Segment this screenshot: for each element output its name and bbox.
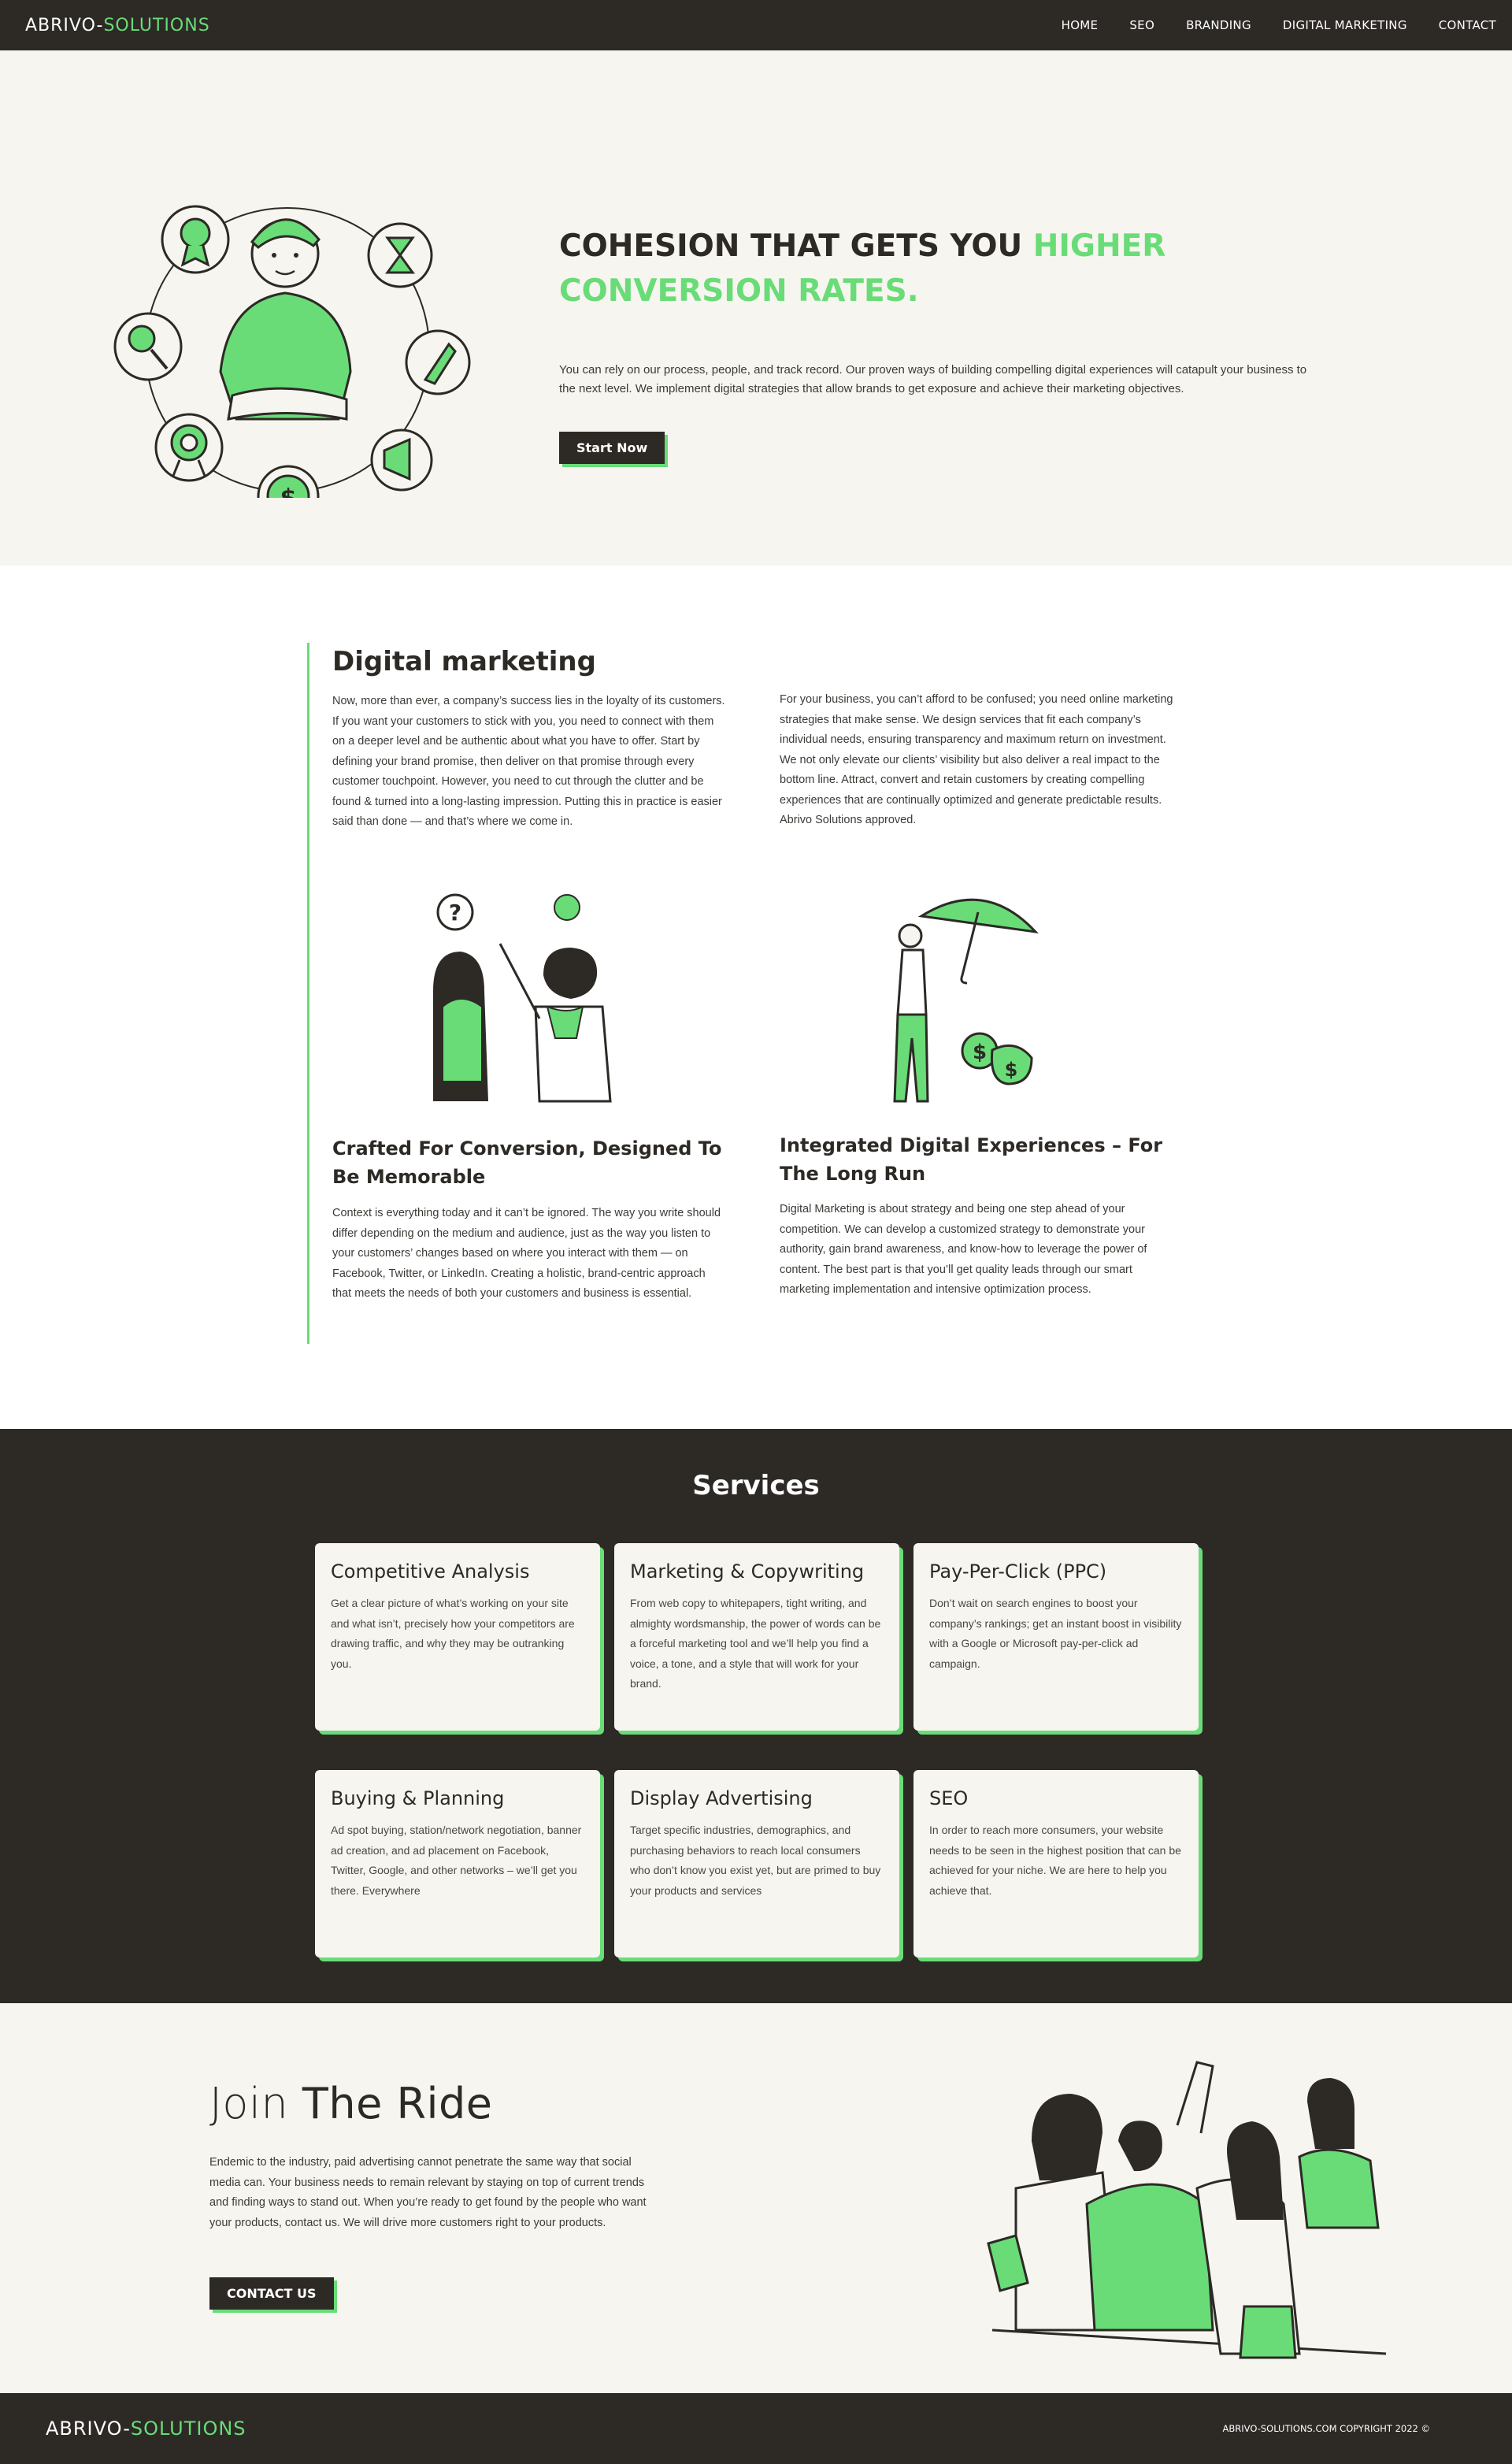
digital-marketing-section: Digital marketing Now, more than ever, a… <box>0 566 1512 1429</box>
hero-text: COHESION THAT GETS YOU HIGHER CONVERSION… <box>559 224 1315 464</box>
person-icon <box>219 218 352 421</box>
subheading-integrated: Integrated Digital Experiences – For The… <box>780 1134 1163 1185</box>
integrated-paragraph: Digital Marketing is about strategy and … <box>780 1203 1147 1296</box>
card-text: Target specific industries, demographics… <box>630 1824 881 1897</box>
nav-seo-link[interactable]: SEO <box>1129 18 1154 32</box>
hero-illustration: $ <box>113 205 471 498</box>
card-title: Buying & Planning <box>331 1787 505 1809</box>
services-grid: Competitive Analysis Get a clear picture … <box>315 1543 1199 1957</box>
services-section: Services Competitive Analysis Get a clear… <box>0 1429 1512 2003</box>
card-title: Pay-Per-Click (PPC) <box>929 1560 1107 1583</box>
hero-description: You can rely on our process, people, and… <box>559 363 1307 395</box>
award-icon <box>161 205 230 274</box>
umbrella-money-illustration: $ $ <box>893 898 1039 1103</box>
accent-rule <box>307 643 309 1344</box>
hero-section: $ COHESION THAT GETS YOU HIGHER CONVERSI… <box>0 50 1512 566</box>
service-card-ppc[interactable]: Pay-Per-Click (PPC) Don’t wait on search … <box>914 1543 1199 1731</box>
card-text: In order to reach more consumers, your w… <box>929 1824 1181 1897</box>
card-text: Don’t wait on search engines to boost yo… <box>929 1597 1182 1670</box>
magnifier-icon <box>113 312 183 381</box>
rocket-icon <box>405 329 471 395</box>
hourglass-icon <box>367 222 433 288</box>
brand-logo[interactable]: ABRIVO-SOLUTIONS <box>25 16 210 35</box>
card-text: Ad spot buying, station/network negotiat… <box>331 1824 582 1897</box>
megaphone-icon <box>370 429 433 492</box>
nav-digital-marketing-link[interactable]: DIGITAL MARKETING <box>1283 18 1407 32</box>
card-title: SEO <box>929 1787 969 1809</box>
join-section: Join The Ride Endemic to the industry, p… <box>0 2003 1512 2393</box>
top-nav: ABRIVO-SOLUTIONS HOME SEO BRANDING DIGIT… <box>0 0 1512 50</box>
services-title: Services <box>692 1470 820 1501</box>
subheading-crafted: Crafted For Conversion, Designed To Be M… <box>332 1137 722 1188</box>
card-text: Get a clear picture of what’s working on… <box>331 1597 575 1670</box>
main-menu: HOME SEO BRANDING DIGITAL MARKETING CONT… <box>1062 18 1496 32</box>
team-high-five-illustration <box>987 2061 1387 2359</box>
svg-text:$: $ <box>1005 1059 1018 1081</box>
conversation-illustration: ? <box>433 893 612 1103</box>
crafted-paragraph: Context is everything today and it can’t… <box>332 1207 721 1300</box>
service-card-seo[interactable]: SEO In order to reach more consumers, you… <box>914 1770 1199 1957</box>
service-card-display-advertising[interactable]: Display Advertising Target specific indus… <box>614 1770 899 1957</box>
card-title: Display Advertising <box>630 1787 813 1809</box>
svg-text:$: $ <box>973 1041 987 1064</box>
section-title: Digital marketing <box>332 646 596 677</box>
svg-text:?: ? <box>449 900 461 926</box>
contact-us-button[interactable]: CONTACT US <box>209 2277 334 2310</box>
copyright-text: ABRIVO-SOLUTIONS.COM COPYRIGHT 2022 © <box>1222 2423 1430 2434</box>
join-paragraph: Endemic to the industry, paid advertisin… <box>209 2156 647 2229</box>
service-card-buying-planning[interactable]: Buying & Planning Ad spot buying, station… <box>315 1770 600 1957</box>
card-title: Marketing & Copywriting <box>630 1560 865 1583</box>
service-card-competitive-analysis[interactable]: Competitive Analysis Get a clear picture … <box>315 1543 600 1731</box>
join-title: Join The Ride <box>209 2079 493 2128</box>
dollar-icon: $ <box>257 465 320 498</box>
digital-paragraph-1: Now, more than ever, a company’s success… <box>332 695 725 828</box>
svg-text:$: $ <box>280 484 297 498</box>
target-icon <box>154 413 224 482</box>
card-text: From web copy to whitepapers, tight writ… <box>630 1597 881 1690</box>
hero-title: COHESION THAT GETS YOU HIGHER CONVERSION… <box>559 228 1166 309</box>
digital-paragraph-2: For your business, you can’t afford to b… <box>780 693 1173 826</box>
nav-home-link[interactable]: HOME <box>1062 18 1099 32</box>
nav-branding-link[interactable]: BRANDING <box>1186 18 1251 32</box>
footer-brand-logo[interactable]: ABRIVO-SOLUTIONS <box>46 2418 246 2440</box>
service-card-marketing-copywriting[interactable]: Marketing & Copywriting From web copy to … <box>614 1543 899 1731</box>
footer: ABRIVO-SOLUTIONS ABRIVO-SOLUTIONS.COM CO… <box>0 2393 1512 2464</box>
nav-contact-link[interactable]: CONTACT <box>1439 18 1496 32</box>
card-title: Competitive Analysis <box>331 1560 530 1583</box>
start-now-button[interactable]: Start Now <box>559 432 665 464</box>
